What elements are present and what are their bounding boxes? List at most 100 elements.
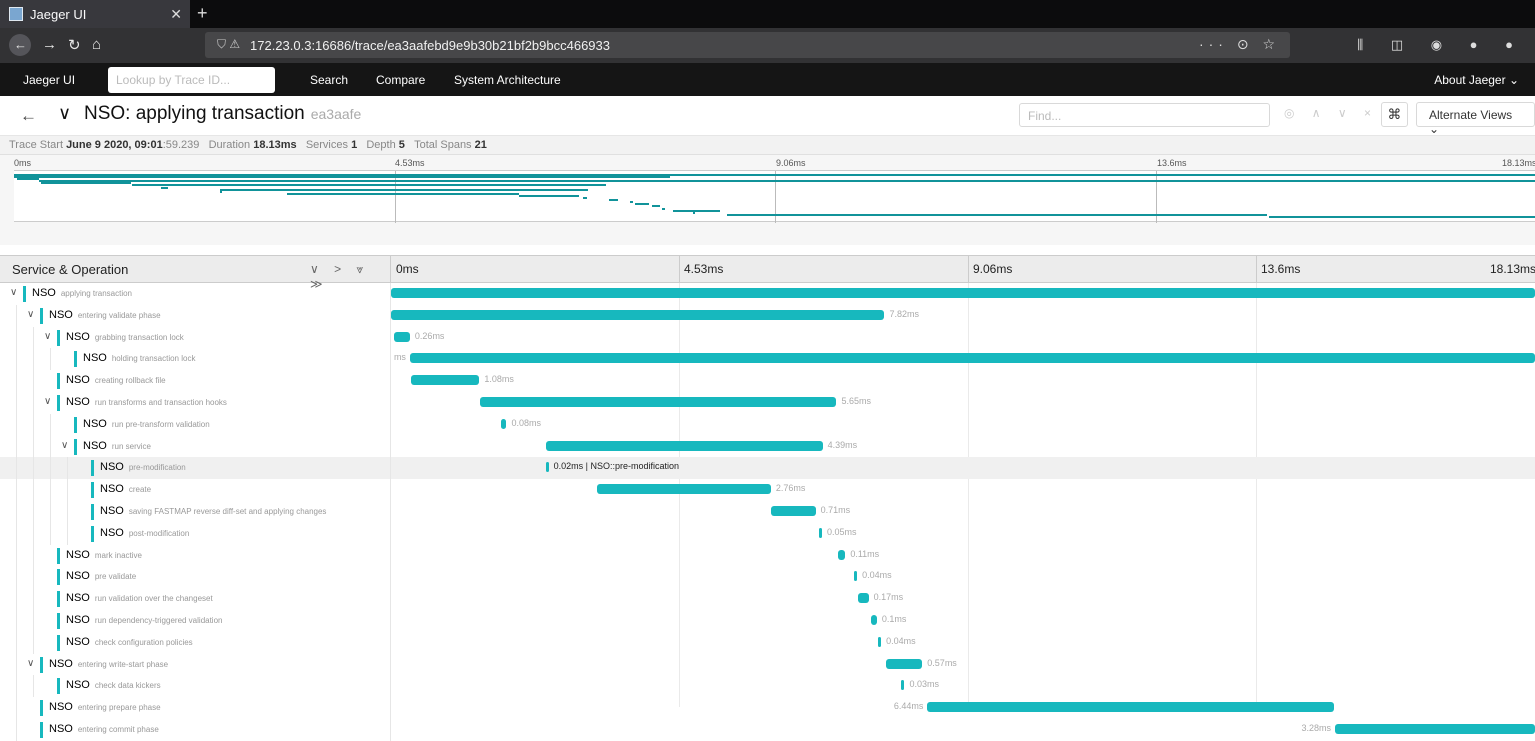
span-bar[interactable] (818, 527, 822, 538)
span-service-name: NSO entering commit phase (49, 723, 159, 735)
nav-compare[interactable]: Compare (376, 73, 425, 87)
span-bar[interactable] (870, 615, 877, 625)
brand-link[interactable]: Jaeger UI (23, 73, 75, 87)
chevron-down-icon[interactable]: ∨ (44, 396, 51, 407)
span-name-cell[interactable]: NSO post-modification (0, 522, 391, 545)
url-bar[interactable]: ⛉ ⚠ 172.23.0.3:16686/trace/ea3aafebd9e9b… (205, 32, 1290, 58)
span-name-cell[interactable]: NSO run pre-transform validation (0, 413, 391, 436)
span-name-cell[interactable]: NSO entering commit phase (0, 719, 391, 741)
trace-id-lookup-input[interactable]: Lookup by Trace ID... (108, 67, 275, 93)
span-service-name: NSO create (100, 483, 151, 495)
span-name-cell[interactable]: ∨ NSO run transforms and transaction hooks (0, 392, 391, 414)
find-controls[interactable]: ◎ ∧ ∨ × (1284, 106, 1378, 120)
chevron-down-icon[interactable]: ∨ (10, 287, 17, 298)
span-name-cell[interactable]: NSO check data kickers (0, 675, 391, 698)
find-input[interactable]: Find... (1019, 103, 1270, 127)
span-bar[interactable] (886, 658, 923, 669)
browser-tab[interactable]: Jaeger UI ✕ (0, 0, 190, 28)
span-name-cell[interactable]: ∨ NSO grabbing transaction lock (0, 326, 391, 349)
span-bar[interactable] (878, 636, 882, 647)
chevron-down-icon[interactable]: ∨ (44, 331, 51, 342)
tree-guide-line (16, 566, 17, 589)
span-row[interactable]: ∨ NSO entering validate phase 7.82ms (0, 304, 1535, 327)
span-row[interactable]: NSO holding transaction lock ms (0, 348, 1535, 371)
span-name-cell[interactable]: ∨ NSO run service (0, 435, 391, 458)
span-row[interactable]: NSO run pre-transform validation 0.08ms (0, 413, 1535, 436)
span-name-cell[interactable]: ∨ NSO applying transaction (0, 283, 391, 305)
span-row[interactable]: ∨ NSO grabbing transaction lock 0.26ms (0, 326, 1535, 349)
keyboard-shortcuts-button[interactable]: ⌘ (1381, 102, 1408, 127)
span-row[interactable]: ∨ NSO applying transaction (0, 283, 1535, 305)
span-row[interactable]: NSO check data kickers 0.03ms (0, 675, 1535, 698)
tree-guide-line (33, 566, 34, 589)
span-name-cell[interactable]: NSO create (0, 479, 391, 502)
minimap-gridline (395, 171, 396, 223)
span-duration-label: 0.1ms (881, 614, 907, 624)
chevron-down-icon[interactable]: ∨ (27, 309, 34, 320)
span-bar[interactable] (596, 484, 771, 495)
span-row[interactable]: ∨ NSO run transforms and transaction hooks… (0, 392, 1535, 414)
span-bar[interactable] (770, 506, 816, 516)
span-row[interactable]: ∨ NSO entering write-start phase 0.57ms (0, 653, 1535, 676)
span-bar[interactable] (857, 593, 869, 604)
span-bar[interactable] (409, 353, 1535, 364)
alternate-views-dropdown[interactable]: Alternate Views ⌄ (1416, 102, 1535, 136)
span-name-cell[interactable]: NSO creating rollback file (0, 370, 391, 393)
span-name-cell[interactable]: NSO run validation over the changeset (0, 588, 391, 611)
span-row[interactable]: NSO entering commit phase 3.28ms (0, 719, 1535, 741)
span-name-cell[interactable]: NSO check configuration policies (0, 631, 391, 654)
span-name-cell[interactable]: NSO saving FASTMAP reverse diff-set and a… (0, 501, 391, 523)
span-bar[interactable] (501, 418, 507, 429)
home-icon[interactable]: ⌂ (92, 36, 101, 53)
span-row[interactable]: NSO create 2.76ms (0, 479, 1535, 502)
span-bar[interactable] (391, 288, 1535, 298)
span-row[interactable]: NSO creating rollback file 1.08ms (0, 370, 1535, 393)
span-bar[interactable] (545, 462, 549, 473)
span-row[interactable]: NSO pre-modification 0.02ms | NSO::pre-mod… (0, 457, 1535, 480)
span-bar[interactable] (854, 571, 858, 582)
span-row[interactable]: NSO entering prepare phase 6.44ms (0, 697, 1535, 720)
reload-icon[interactable]: ↻ (68, 36, 81, 54)
span-row[interactable]: NSO run dependency-triggered validation 0.… (0, 610, 1535, 632)
span-name-cell[interactable]: NSO entering prepare phase (0, 697, 391, 720)
about-jaeger-menu[interactable]: About Jaeger ⌄ (1434, 73, 1519, 87)
close-icon[interactable]: ✕ (170, 6, 182, 23)
span-bar[interactable] (838, 549, 846, 560)
nav-search[interactable]: Search (310, 73, 348, 87)
trace-minimap[interactable]: 0ms 4.53ms 9.06ms 13.6ms 18.13ms (0, 155, 1535, 245)
span-name-cell[interactable]: NSO pre-modification (0, 457, 391, 480)
minimap-canvas[interactable] (14, 170, 1535, 223)
span-bar[interactable] (411, 375, 480, 386)
back-arrow-icon[interactable]: ← (20, 106, 37, 126)
forward-icon[interactable]: → (42, 36, 57, 53)
span-row[interactable]: NSO pre validate 0.04ms (0, 566, 1535, 589)
span-bar[interactable] (545, 440, 823, 451)
span-name-cell[interactable]: ∨ NSO entering validate phase (0, 304, 391, 327)
span-name-cell[interactable]: NSO holding transaction lock (0, 348, 391, 371)
span-bar[interactable] (391, 309, 885, 320)
page-actions-icon[interactable]: ··· ⊙ ☆ (1199, 36, 1280, 53)
nav-system-architecture[interactable]: System Architecture (454, 73, 561, 87)
span-name-cell[interactable]: ∨ NSO entering write-start phase (0, 653, 391, 676)
toolbar-icons[interactable]: ⫼ ◫ ◉ ● ● (1357, 37, 1525, 53)
span-service-name: NSO pre-modification (100, 461, 186, 473)
span-bar[interactable] (927, 702, 1334, 713)
span-name-cell[interactable]: NSO run dependency-triggered validation (0, 610, 391, 632)
span-row[interactable]: NSO check configuration policies 0.04ms (0, 631, 1535, 654)
chevron-down-icon[interactable]: ∨ (58, 103, 71, 124)
span-row[interactable]: ∨ NSO run service 4.39ms (0, 435, 1535, 458)
span-row[interactable]: NSO saving FASTMAP reverse diff-set and a… (0, 501, 1535, 523)
span-row[interactable]: NSO post-modification 0.05ms (0, 522, 1535, 545)
span-name-cell[interactable]: NSO pre validate (0, 566, 391, 589)
span-row[interactable]: NSO run validation over the changeset 0.17… (0, 588, 1535, 611)
span-bar[interactable] (1334, 724, 1535, 734)
service-label: NSO (49, 308, 73, 321)
span-bar[interactable] (479, 397, 837, 407)
span-name-cell[interactable]: NSO mark inactive (0, 544, 391, 567)
chevron-down-icon[interactable]: ∨ (61, 440, 68, 451)
span-bar[interactable] (901, 680, 905, 691)
span-row[interactable]: NSO mark inactive 0.11ms (0, 544, 1535, 567)
chevron-down-icon[interactable]: ∨ (27, 658, 34, 669)
new-tab-icon[interactable]: + (197, 3, 208, 24)
span-bar[interactable] (393, 331, 410, 342)
